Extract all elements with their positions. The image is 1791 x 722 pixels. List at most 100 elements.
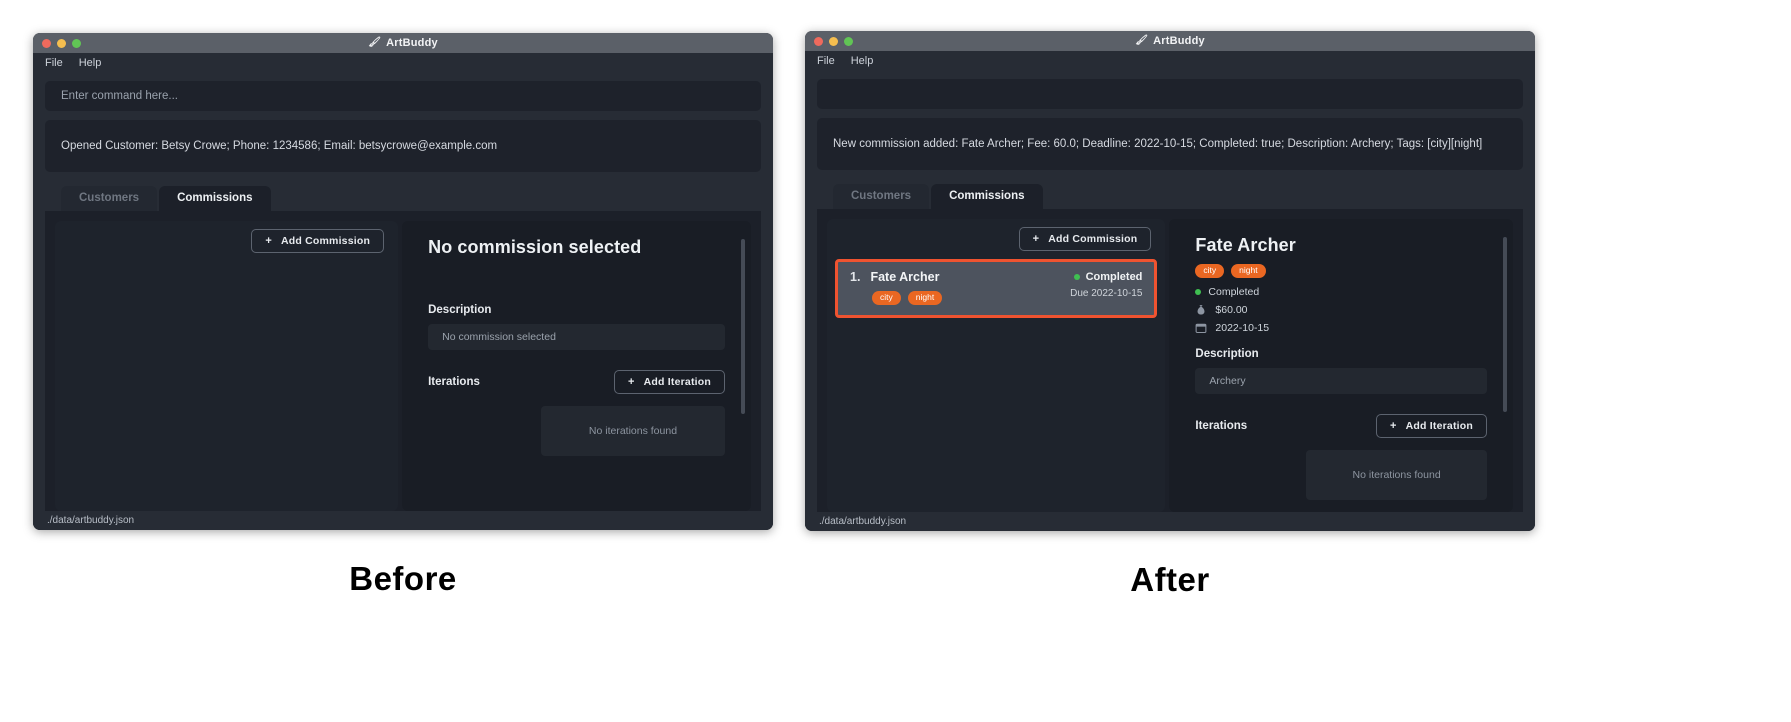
- row-index: 1.: [850, 270, 861, 284]
- tab-customers[interactable]: Customers: [833, 184, 930, 209]
- add-iteration-label: Add Iteration: [1405, 420, 1473, 433]
- commission-list: 1. Fate Archer city night Completed Due …: [835, 259, 1158, 512]
- description-field[interactable]: No commission selected: [428, 324, 725, 350]
- close-button[interactable]: [814, 36, 823, 46]
- window-title: ArtBuddy: [1153, 35, 1205, 47]
- artbuddy-window-before: 🖌 ArtBuddy File Help Enter command here.…: [33, 33, 773, 530]
- detail-fee-line: $60.00: [1195, 304, 1487, 316]
- detail-title: Fate Archer: [1195, 235, 1296, 255]
- artbuddy-logo-icon: 🖌: [368, 37, 382, 48]
- iterations-header: Iterations + Add Iteration: [1195, 414, 1487, 439]
- tab-customers[interactable]: Customers: [61, 186, 158, 211]
- detail-title: No commission selected: [428, 237, 642, 257]
- add-commission-label: Add Commission: [1048, 233, 1138, 245]
- tab-bar: Customers Commissions: [45, 186, 761, 211]
- window-title-container: 🖌 ArtBuddy: [33, 37, 773, 49]
- tag-city: city: [1195, 264, 1225, 279]
- menu-file[interactable]: File: [817, 55, 835, 67]
- iterations-label: Iterations: [428, 376, 480, 388]
- tab-commissions[interactable]: Commissions: [159, 186, 271, 211]
- detail-deadline-line: 2022-10-15: [1195, 322, 1487, 334]
- after-caption: After: [1130, 561, 1210, 598]
- iterations-header: Iterations + Add Iteration: [428, 370, 725, 394]
- app-body-before: Enter command here... Opened Customer: B…: [33, 72, 773, 511]
- result-log: New commission added: Fate Archer; Fee: …: [817, 118, 1523, 170]
- description-label: Description: [428, 304, 492, 316]
- commission-list-column: + Add Commission: [55, 221, 399, 511]
- command-input[interactable]: [817, 79, 1523, 109]
- artbuddy-window-after: 🖌 ArtBuddy File Help New commission adde…: [805, 31, 1535, 531]
- app-body-after: New commission added: Fate Archer; Fee: …: [805, 70, 1535, 512]
- before-panel: 🖌 ArtBuddy File Help Enter command here.…: [33, 33, 773, 598]
- row-title: Fate Archer: [870, 270, 940, 284]
- status-dot-icon: [1073, 274, 1080, 280]
- tab-commissions[interactable]: Commissions: [931, 184, 1043, 209]
- row-status: Completed: [1073, 271, 1143, 283]
- traffic-lights: [814, 36, 853, 46]
- commissions-tab-pane: + Add Commission 1. Fate Archer city nig…: [817, 209, 1523, 512]
- row-tag-strip: city night: [850, 291, 943, 306]
- tag-night: night: [907, 291, 943, 306]
- before-caption: Before: [349, 560, 457, 597]
- detail-tag-strip: city night: [1195, 264, 1487, 279]
- result-log: Opened Customer: Betsy Crowe; Phone: 123…: [45, 120, 761, 172]
- iterations-label: Iterations: [1195, 420, 1248, 433]
- titlebar: 🖌 ArtBuddy: [805, 31, 1535, 51]
- detail-status: Completed: [1195, 286, 1487, 298]
- row-left: 1. Fate Archer city night: [850, 270, 943, 306]
- add-commission-button[interactable]: + Add Commission: [251, 229, 385, 253]
- tag-night: night: [1231, 264, 1266, 279]
- row-title-line: 1. Fate Archer: [850, 270, 942, 284]
- description-field[interactable]: Archery: [1195, 368, 1487, 395]
- window-title-container: 🖌 ArtBuddy: [805, 35, 1535, 47]
- plus-icon: +: [628, 376, 635, 388]
- add-commission-label: Add Commission: [280, 235, 371, 247]
- add-iteration-button[interactable]: + Add Iteration: [1376, 414, 1487, 439]
- commission-detail-panel: Fate Archer city night Completed $60.00 …: [1169, 219, 1513, 512]
- comparison-stage: 🖌 ArtBuddy File Help Enter command here.…: [0, 0, 1791, 722]
- plus-icon: +: [1032, 233, 1040, 245]
- menu-file[interactable]: File: [45, 57, 63, 69]
- detail-scrollbar[interactable]: [1503, 237, 1507, 412]
- detail-status-label: Completed: [1208, 286, 1260, 299]
- detail-deadline: 2022-10-15: [1215, 322, 1270, 335]
- calendar-icon: [1195, 322, 1207, 334]
- plus-icon: +: [1390, 420, 1397, 433]
- minimize-button[interactable]: [57, 38, 66, 48]
- menubar: File Help: [33, 53, 773, 72]
- row-due-date: Due 2022-10-15: [1070, 288, 1143, 299]
- list-toolbar: + Add Commission: [835, 227, 1157, 251]
- after-panel: 🖌 ArtBuddy File Help New commission adde…: [805, 31, 1535, 599]
- menu-help[interactable]: Help: [79, 57, 102, 69]
- statusbar: ./data/artbuddy.json: [805, 512, 1535, 531]
- commission-list-empty: [63, 261, 390, 511]
- row-status-label: Completed: [1085, 271, 1143, 283]
- titlebar: 🖌 ArtBuddy: [33, 33, 773, 53]
- statusbar: ./data/artbuddy.json: [33, 511, 773, 530]
- menu-help[interactable]: Help: [851, 55, 874, 67]
- close-button[interactable]: [42, 38, 51, 48]
- status-dot-icon: [1195, 289, 1202, 296]
- tab-bar: Customers Commissions: [817, 184, 1523, 209]
- traffic-lights: [42, 38, 81, 48]
- artbuddy-logo-icon: 🖌: [1135, 35, 1149, 46]
- menubar: File Help: [805, 51, 1535, 70]
- zoom-button[interactable]: [844, 36, 853, 46]
- money-bag-icon: [1195, 304, 1207, 316]
- detail-scrollbar[interactable]: [741, 239, 745, 414]
- minimize-button[interactable]: [829, 36, 838, 46]
- commission-list-item[interactable]: 1. Fate Archer city night Completed Due …: [835, 259, 1158, 319]
- description-label: Description: [1195, 348, 1259, 361]
- commission-detail-panel: No commission selected Description No co…: [402, 221, 751, 511]
- window-title: ArtBuddy: [386, 37, 438, 49]
- command-input[interactable]: Enter command here...: [45, 81, 761, 111]
- add-iteration-button[interactable]: + Add Iteration: [614, 370, 725, 394]
- add-commission-button[interactable]: + Add Commission: [1018, 227, 1152, 251]
- commission-list-column: + Add Commission 1. Fate Archer city nig…: [827, 219, 1166, 512]
- list-toolbar: + Add Commission: [63, 229, 390, 253]
- plus-icon: +: [265, 235, 272, 247]
- detail-fee: $60.00: [1215, 304, 1248, 317]
- zoom-button[interactable]: [72, 38, 81, 48]
- empty-iterations-message: No iterations found: [1306, 450, 1487, 501]
- row-right: Completed Due 2022-10-15: [1070, 270, 1142, 299]
